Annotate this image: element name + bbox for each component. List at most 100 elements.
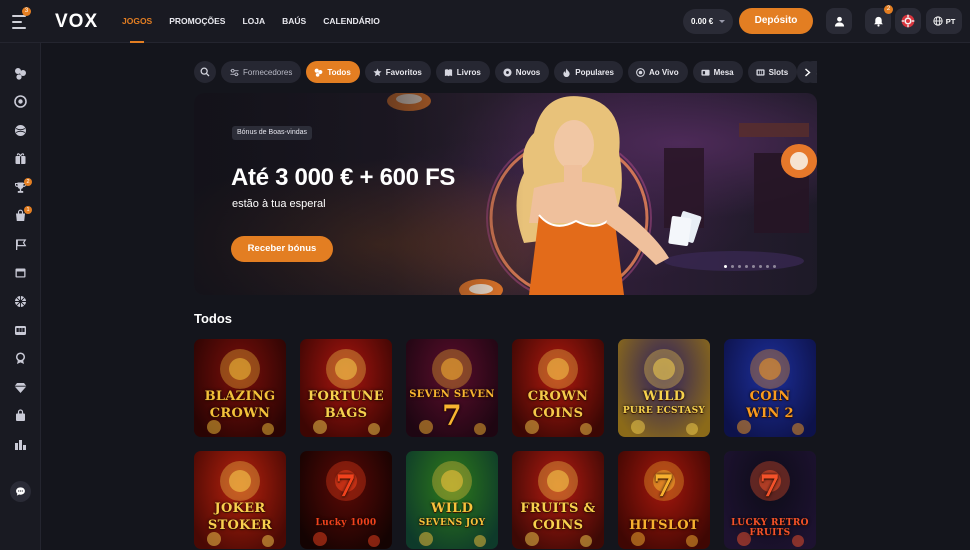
leaderboard-icon[interactable]: [14, 438, 27, 451]
banner-tag: Bónus de Boas-vindas: [232, 126, 313, 140]
game-tile[interactable]: WILD SEVENS JOY: [406, 451, 498, 549]
category-chip-novos[interactable]: Novos: [494, 61, 550, 83]
bag-icon[interactable]: [14, 409, 27, 422]
category-chip-label: Slots: [768, 67, 789, 77]
filter-sliders-icon: [230, 68, 239, 76]
game-title-line1: FORTUNE: [307, 389, 385, 404]
game-artwork: [419, 461, 486, 547]
casino-chips-icon[interactable]: [14, 67, 27, 80]
table-games-icon: [701, 69, 710, 76]
chat-button[interactable]: [10, 481, 31, 502]
deposit-button[interactable]: Depósito: [739, 8, 813, 34]
game-tile[interactable]: FORTUNE BAGS: [300, 339, 392, 437]
star-icon: [373, 67, 382, 76]
calendar-icon[interactable]: [14, 266, 27, 279]
nav-item-calendario[interactable]: CALENDÁRIO: [323, 0, 380, 43]
poker-chip-icon: [901, 14, 915, 28]
category-chip-label: Livros: [456, 67, 481, 77]
game-title-line2: BAGS: [324, 406, 368, 421]
category-chip-slots[interactable]: Slots: [747, 61, 798, 83]
game-tile[interactable]: 7 Lucky 1000: [300, 451, 392, 549]
nav-item-baus[interactable]: BAÚS: [282, 0, 306, 43]
banner-subtitle: estão à tua esperal: [232, 198, 326, 210]
game-title-line1: CROWN: [527, 389, 589, 404]
game-tile[interactable]: CROWN COINS: [512, 339, 604, 437]
game-tile[interactable]: 7 HITSLOT: [618, 451, 710, 549]
bell-icon: [873, 16, 883, 27]
banner-dot[interactable]: [724, 265, 727, 268]
promo-banner[interactable]: Bónus de Boas-vindas Até 3 000 € + 600 F…: [194, 93, 817, 295]
game-tile[interactable]: BLAZING CROWN: [194, 339, 286, 437]
banner-dot[interactable]: [745, 265, 748, 268]
roulette-icon[interactable]: [14, 95, 27, 108]
game-title-line1: FRUITS &: [520, 501, 596, 516]
chat-icon: [16, 487, 25, 496]
game-artwork: [207, 461, 274, 547]
fire-icon: [563, 67, 570, 77]
game-title-line1: COIN: [749, 389, 791, 404]
banner-dot[interactable]: [752, 265, 755, 268]
category-chip-favoritos[interactable]: Favoritos: [364, 61, 431, 83]
sports-ball-icon[interactable]: [14, 124, 27, 137]
logo-text: VOX: [55, 11, 99, 32]
casino-chips-icon: [314, 68, 323, 77]
rewards-button[interactable]: [895, 8, 921, 34]
banner-dot[interactable]: [773, 265, 776, 268]
game-title-line1: BLAZING: [204, 389, 276, 404]
providers-filter[interactable]: Fornecedores: [221, 61, 302, 83]
filter-scroll-right-button[interactable]: [797, 61, 817, 83]
chevron-down-icon: [719, 20, 725, 23]
game-tile[interactable]: COIN WIN 2: [724, 339, 816, 437]
category-chip-label: Favoritos: [385, 67, 422, 77]
category-chip-livros[interactable]: Livros: [435, 61, 490, 83]
wheel-icon[interactable]: [14, 295, 27, 308]
new-badge-icon: [503, 67, 512, 77]
banner-dot[interactable]: [738, 265, 741, 268]
game-tile[interactable]: SEVEN SEVEN 7: [406, 339, 498, 437]
nav-item-promocoes[interactable]: PROMOÇÕES: [169, 0, 225, 43]
top-bar: 3 VOX JOGOS PROMOÇÕES LOJA BAÚS CALENDÁR…: [0, 0, 970, 43]
search-icon: [200, 67, 210, 77]
game-title-line2: COINS: [532, 518, 584, 533]
game-artwork: [631, 349, 698, 435]
game-title-line2: HITSLOT: [629, 518, 699, 533]
diamond-icon[interactable]: [14, 381, 27, 394]
game-title-line1: WILD: [430, 501, 474, 516]
flag-icon[interactable]: [14, 238, 27, 251]
banner-dot[interactable]: [766, 265, 769, 268]
game-title-line1: JOKER: [214, 501, 266, 516]
category-chip-mesa[interactable]: Mesa: [692, 61, 743, 83]
category-chip-populares[interactable]: Populares: [554, 61, 623, 83]
game-tile[interactable]: JOKER STOKER: [194, 451, 286, 549]
search-button[interactable]: [194, 61, 216, 83]
language-code: PT: [945, 16, 956, 26]
category-chip-todos[interactable]: Todos: [306, 61, 360, 83]
game-artwork: [737, 349, 804, 435]
language-selector[interactable]: PT: [926, 8, 962, 34]
chevron-right-icon: [804, 67, 811, 77]
notifications-badge: 2: [884, 5, 893, 14]
shop-badge: 1: [24, 206, 32, 214]
banner-pagination: [724, 265, 776, 268]
game-title-line1: 7: [335, 469, 357, 504]
category-chip-ao-vivo[interactable]: Ao Vivo: [627, 61, 688, 83]
game-title-line1: WILD: [642, 389, 686, 404]
game-title-line2: STOKER: [207, 518, 273, 533]
nav-item-jogos[interactable]: JOGOS: [122, 0, 152, 43]
receive-bonus-button[interactable]: Receber bónus: [231, 236, 333, 262]
nav-item-loja[interactable]: LOJA: [242, 0, 265, 43]
logo[interactable]: VOX: [55, 11, 98, 33]
game-tile[interactable]: 7 LUCKY RETRO FRUITS: [724, 451, 816, 549]
banner-dot[interactable]: [731, 265, 734, 268]
banner-dot[interactable]: [759, 265, 762, 268]
gift-icon[interactable]: [14, 152, 27, 165]
game-tile[interactable]: WILD PURE ECSTASY: [618, 339, 710, 437]
profile-button[interactable]: [826, 8, 852, 34]
game-tile[interactable]: FRUITS & COINS: [512, 451, 604, 549]
jackpot-icon[interactable]: [14, 324, 27, 337]
banner-title: Até 3 000 € + 600 FS: [231, 164, 456, 191]
section-title: Todos: [194, 311, 233, 326]
badge-icon[interactable]: [14, 352, 27, 365]
game-title-line2: Lucky 1000: [315, 518, 377, 528]
balance-dropdown[interactable]: 0.00 €: [683, 9, 733, 34]
